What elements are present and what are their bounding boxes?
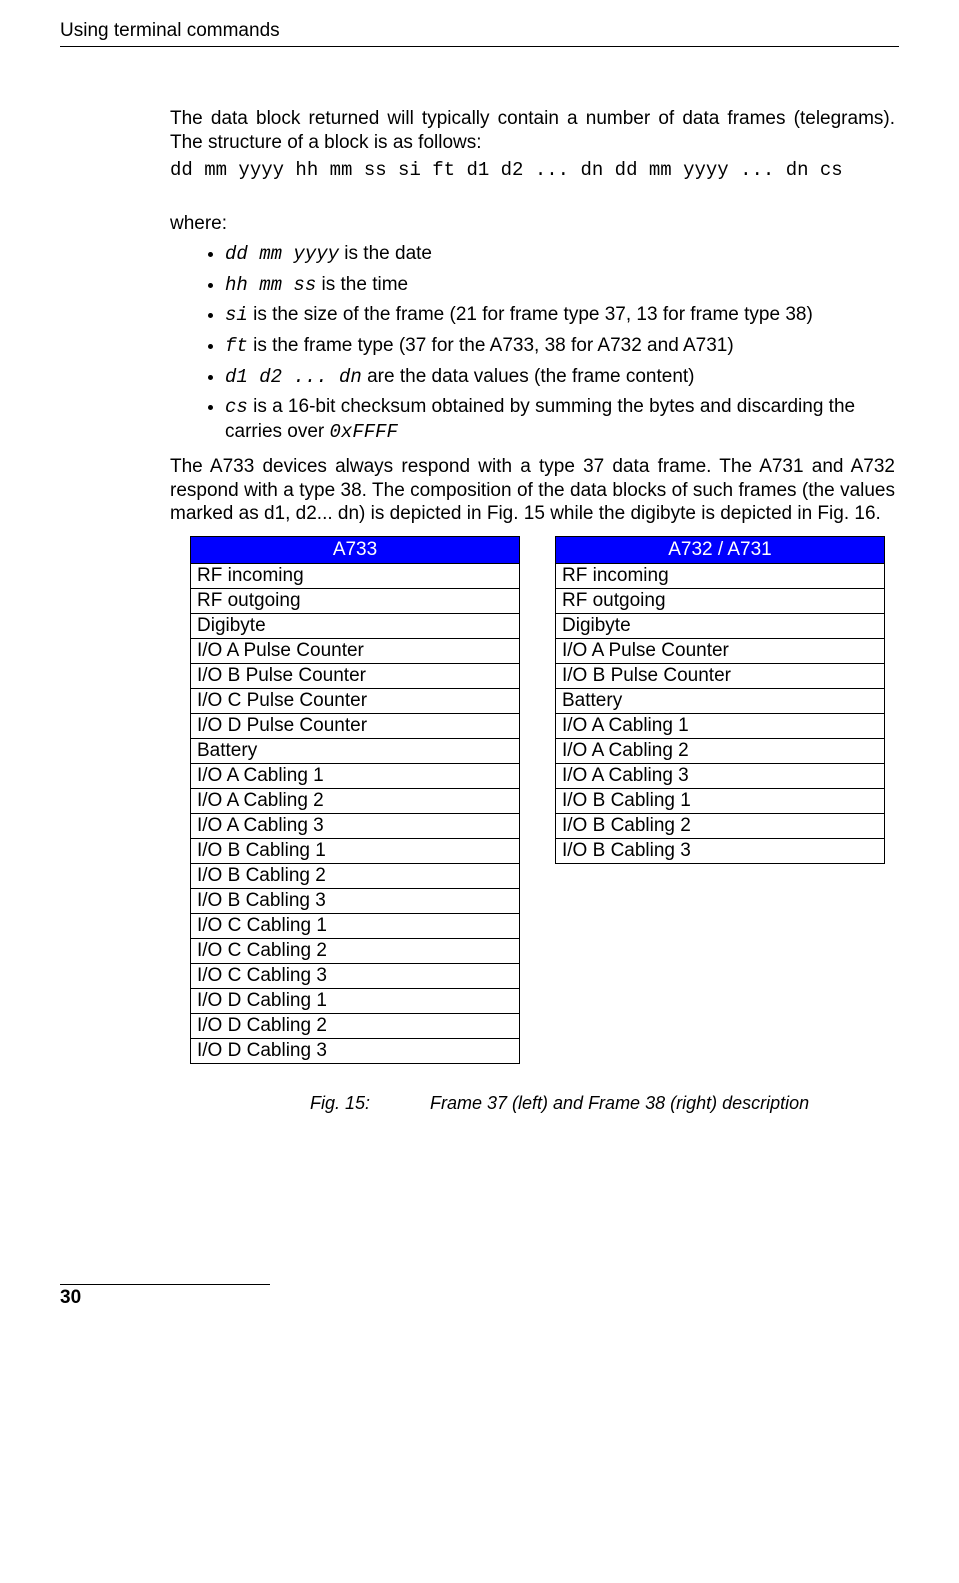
page-number: 30 — [60, 1287, 899, 1309]
after-paragraph: The A733 devices always respond with a t… — [170, 455, 895, 526]
table-row: Battery — [556, 688, 885, 713]
definitions-list: dd mm yyyy is the date hh mm ss is the t… — [170, 242, 895, 445]
table-row: I/O A Cabling 1 — [191, 763, 520, 788]
table-row: I/O A Cabling 1 — [556, 713, 885, 738]
table-row: I/O B Cabling 3 — [556, 838, 885, 863]
table-row: I/O A Cabling 2 — [556, 738, 885, 763]
table-row: RF outgoing — [191, 588, 520, 613]
table-row: Battery — [191, 738, 520, 763]
table-row: I/O C Cabling 1 — [191, 913, 520, 938]
code-span: d1 d2 ... dn — [225, 366, 362, 388]
caption-label: Fig. 15: — [310, 1092, 430, 1115]
list-item: dd mm yyyy is the date — [225, 242, 895, 267]
table-row: I/O B Cabling 2 — [191, 863, 520, 888]
table-row: I/O C Cabling 3 — [191, 963, 520, 988]
table-row: I/O B Pulse Counter — [191, 663, 520, 688]
list-item: ft is the frame type (37 for the A733, 3… — [225, 334, 895, 359]
table-row: I/O C Cabling 2 — [191, 938, 520, 963]
table-row: I/O D Cabling 1 — [191, 988, 520, 1013]
header-title: Using terminal commands — [60, 20, 899, 42]
footer-rule — [60, 1284, 270, 1285]
code-span: cs — [225, 396, 248, 418]
list-item: d1 d2 ... dn are the data values (the fr… — [225, 365, 895, 390]
table-row: I/O A Cabling 3 — [556, 763, 885, 788]
list-item: hh mm ss is the time — [225, 273, 895, 298]
code-span: ft — [225, 335, 248, 357]
table-a732-a731: A732 / A731 RF incomingRF outgoingDigiby… — [555, 536, 885, 864]
table-row: I/O B Cabling 1 — [191, 838, 520, 863]
table-a733: A733 RF incomingRF outgoingDigibyteI/O A… — [190, 536, 520, 1064]
text-span: is the frame type (37 for the A733, 38 f… — [248, 335, 734, 356]
table-row: I/O D Cabling 3 — [191, 1038, 520, 1063]
code-span: hh mm ss — [225, 274, 316, 296]
table-row: Digibyte — [191, 613, 520, 638]
figure-caption: Fig. 15:Frame 37 (left) and Frame 38 (ri… — [170, 1092, 895, 1115]
table-header-cell: A732 / A731 — [556, 537, 885, 564]
list-item: cs is a 16-bit checksum obtained by summ… — [225, 395, 895, 444]
code-span: si — [225, 304, 248, 326]
table-row: I/O A Cabling 2 — [191, 788, 520, 813]
list-item: si is the size of the frame (21 for fram… — [225, 303, 895, 328]
table-row: RF incoming — [556, 563, 885, 588]
table-row: I/O D Cabling 2 — [191, 1013, 520, 1038]
header-rule — [60, 46, 899, 47]
table-row: Digibyte — [556, 613, 885, 638]
code-block-structure: dd mm yyyy hh mm ss si ft d1 d2 ... dn d… — [170, 159, 895, 183]
table-row: I/O C Pulse Counter — [191, 688, 520, 713]
page-footer: 30 — [60, 1284, 899, 1309]
intro-paragraph: The data block returned will typically c… — [170, 107, 895, 155]
caption-text: Frame 37 (left) and Frame 38 (right) des… — [430, 1093, 809, 1113]
text-span: is the date — [339, 243, 432, 264]
table-header-cell: A733 — [191, 537, 520, 564]
table-row: I/O A Pulse Counter — [556, 638, 885, 663]
table-row: I/O D Pulse Counter — [191, 713, 520, 738]
table-row: RF outgoing — [556, 588, 885, 613]
table-row: I/O B Cabling 1 — [556, 788, 885, 813]
table-row: I/O B Cabling 3 — [191, 888, 520, 913]
table-row: I/O A Pulse Counter — [191, 638, 520, 663]
where-label: where: — [170, 212, 895, 236]
code-span: dd mm yyyy — [225, 243, 339, 265]
code-span-trail: 0xFFFF — [330, 421, 398, 443]
text-span: is a 16-bit checksum obtained by summing… — [225, 396, 855, 442]
table-row: I/O B Pulse Counter — [556, 663, 885, 688]
text-span: are the data values (the frame content) — [362, 366, 695, 387]
table-row: I/O B Cabling 2 — [556, 813, 885, 838]
table-row: I/O A Cabling 3 — [191, 813, 520, 838]
table-row: RF incoming — [191, 563, 520, 588]
text-span: is the time — [316, 274, 408, 295]
text-span: is the size of the frame (21 for frame t… — [248, 304, 813, 325]
